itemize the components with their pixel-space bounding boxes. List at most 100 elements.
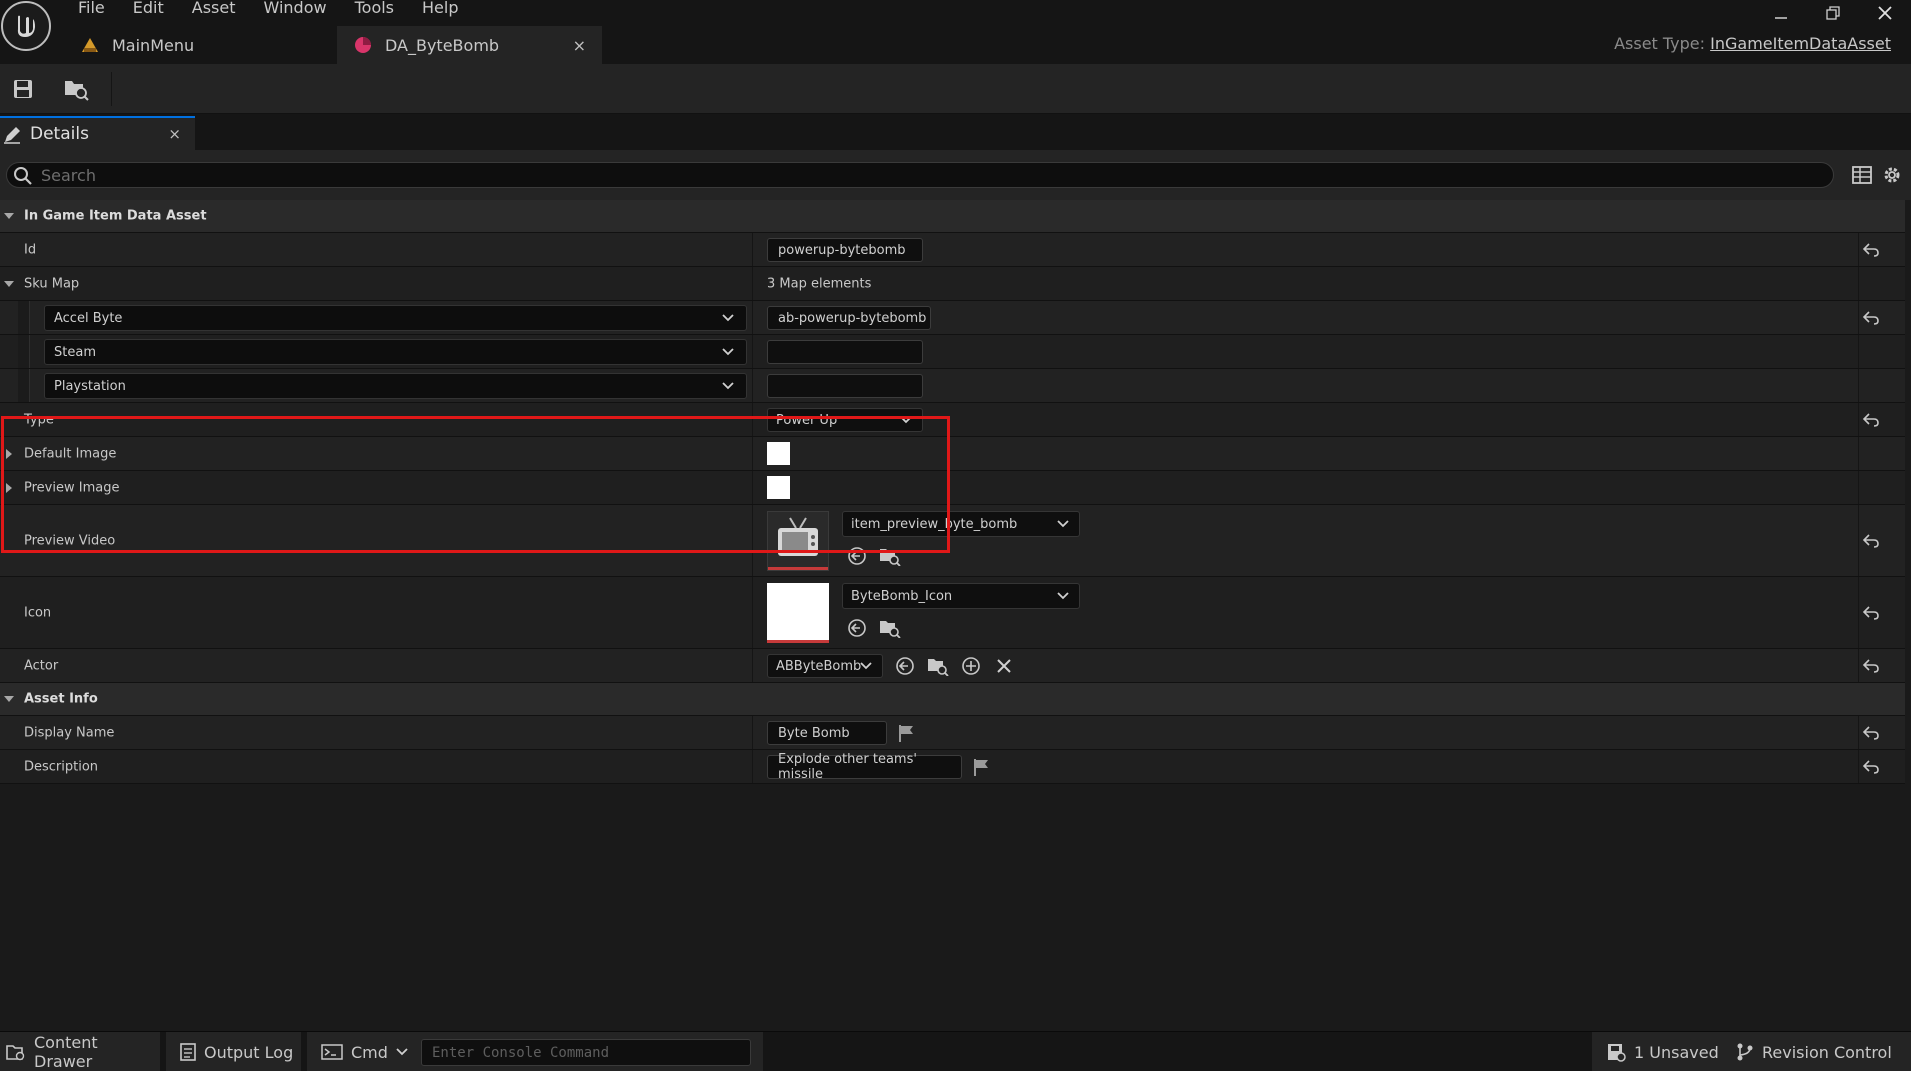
type-value: Power Up: [776, 412, 838, 428]
settings-gear-icon[interactable]: [1881, 164, 1903, 190]
pencil-icon: [2, 125, 22, 150]
browse-to-asset-icon[interactable]: [879, 545, 901, 567]
localization-flag-icon[interactable]: [970, 756, 992, 778]
unsaved-files-icon: [1606, 1042, 1626, 1062]
output-log-label: Output Log: [204, 1042, 294, 1062]
actor-class-value: ABByteBomb: [776, 658, 862, 674]
chevron-down-icon: [900, 416, 912, 424]
restore-icon[interactable]: [1807, 0, 1859, 26]
unreal-logo-icon[interactable]: [1, 1, 51, 51]
sku-value-field[interactable]: [767, 374, 923, 398]
search-placeholder: Search: [41, 165, 96, 185]
close-window-icon[interactable]: [1859, 0, 1911, 26]
actor-class-picker[interactable]: ABByteBomb: [767, 654, 883, 678]
property-label-id: Id: [24, 242, 37, 257]
property-label-actor: Actor: [24, 658, 59, 673]
reset-to-default-icon[interactable]: [1862, 657, 1880, 675]
close-tab-icon[interactable]: ×: [573, 36, 586, 55]
content-drawer-button[interactable]: Content Drawer: [0, 1032, 160, 1071]
localization-flag-icon[interactable]: [895, 722, 917, 744]
icon-asset-name: ByteBomb_Icon: [851, 588, 953, 604]
sku-value-field[interactable]: ab-powerup-bytebomb: [767, 306, 931, 330]
preview-video-thumbnail[interactable]: [767, 511, 829, 571]
expand-arrow-icon[interactable]: [4, 448, 14, 459]
column-divider: [752, 716, 753, 749]
menu-edit[interactable]: Edit: [119, 0, 178, 18]
tab-da-bytebomb[interactable]: DA_ByteBomb ×: [337, 26, 602, 64]
clear-icon[interactable]: [993, 655, 1015, 677]
collapse-arrow-icon[interactable]: [4, 279, 14, 289]
property-label-icon: Icon: [24, 605, 52, 620]
chevron-down-icon: [722, 348, 734, 356]
use-selected-asset-icon[interactable]: [846, 545, 868, 567]
sku-key-combo[interactable]: Accel Byte: [44, 305, 747, 331]
output-log-button[interactable]: Output Log: [166, 1032, 301, 1071]
property-row-icon: Icon ByteBomb_Icon: [0, 577, 1905, 649]
column-divider: [752, 369, 753, 402]
property-matrix-icon[interactable]: [1851, 164, 1873, 190]
reset-to-default-icon[interactable]: [1862, 411, 1880, 429]
reset-to-default-icon[interactable]: [1862, 241, 1880, 259]
revision-control-button[interactable]: Revision Control: [1726, 1032, 1911, 1071]
sku-value-field[interactable]: [767, 340, 923, 364]
column-divider: [752, 267, 753, 300]
menu-asset[interactable]: Asset: [178, 0, 250, 18]
tab-details[interactable]: Details ×: [0, 116, 195, 150]
property-row-sku-map: Sku Map 3 Map elements: [0, 267, 1905, 301]
sku-key-combo[interactable]: Playstation: [44, 373, 747, 399]
tab-label: DA_ByteBomb: [385, 35, 500, 55]
collapse-arrow-icon[interactable]: [4, 211, 14, 221]
property-row-preview-video: Preview Video item_preview_byte_bomb: [0, 505, 1905, 577]
details-tab-label: Details: [30, 124, 89, 144]
display-name-field[interactable]: Byte Bomb: [767, 721, 887, 745]
menu-window[interactable]: Window: [250, 0, 341, 18]
column-divider: [752, 649, 753, 682]
sku-map-summary: 3 Map elements: [767, 276, 872, 291]
collapse-arrow-icon[interactable]: [4, 694, 14, 704]
chevron-down-icon: [860, 662, 872, 670]
toolbar-separator: [111, 72, 112, 106]
menu-file[interactable]: File: [64, 0, 119, 18]
icon-asset-picker[interactable]: ByteBomb_Icon: [842, 583, 1080, 609]
column-divider: [1858, 301, 1859, 334]
minimize-icon[interactable]: [1755, 0, 1807, 26]
reset-to-default-icon[interactable]: [1862, 309, 1880, 327]
reset-to-default-icon[interactable]: [1862, 758, 1880, 776]
close-details-icon[interactable]: ×: [168, 125, 181, 143]
console-command-input[interactable]: Enter Console Command: [421, 1039, 751, 1066]
browse-to-asset-icon[interactable]: [63, 76, 89, 102]
category-in-game-item-data-asset[interactable]: In Game Item Data Asset: [0, 200, 1905, 233]
menu-tools[interactable]: Tools: [341, 0, 408, 18]
description-field[interactable]: Explode other teams' missile: [767, 752, 962, 782]
tab-mainmenu[interactable]: MainMenu: [64, 26, 337, 64]
unsaved-button[interactable]: 1 Unsaved: [1592, 1032, 1726, 1071]
expand-arrow-icon[interactable]: [4, 482, 14, 493]
column-divider: [1858, 403, 1859, 436]
icon-texture-thumbnail[interactable]: [767, 583, 829, 643]
use-selected-asset-icon[interactable]: [846, 617, 868, 639]
use-selected-asset-icon[interactable]: [894, 655, 916, 677]
reset-to-default-icon[interactable]: [1862, 724, 1880, 742]
default-image-swatch[interactable]: [767, 442, 790, 465]
save-icon[interactable]: [10, 76, 36, 102]
preview-video-asset-picker[interactable]: item_preview_byte_bomb: [842, 511, 1080, 537]
browse-to-asset-icon[interactable]: [927, 655, 949, 677]
column-divider: [752, 577, 753, 648]
cmd-selector[interactable]: Cmd: [351, 1043, 388, 1062]
sku-key-combo[interactable]: Steam: [44, 339, 747, 365]
type-combo[interactable]: Power Up: [767, 408, 923, 432]
reset-to-default-icon[interactable]: [1862, 532, 1880, 550]
reset-to-default-icon[interactable]: [1862, 604, 1880, 622]
browse-to-asset-icon[interactable]: [879, 617, 901, 639]
document-tab-strip: MainMenu DA_ByteBomb ×: [64, 26, 602, 64]
chevron-down-icon[interactable]: [396, 1048, 408, 1056]
menu-help[interactable]: Help: [408, 0, 472, 18]
sku-map-entry: Playstation: [0, 369, 1905, 403]
column-divider: [752, 505, 753, 576]
preview-image-swatch[interactable]: [767, 476, 790, 499]
search-input[interactable]: Search: [6, 162, 1834, 188]
category-asset-info[interactable]: Asset Info: [0, 683, 1905, 716]
asset-type-link[interactable]: InGameItemDataAsset: [1710, 34, 1891, 53]
add-new-icon[interactable]: [960, 655, 982, 677]
id-text-field[interactable]: powerup-bytebomb: [767, 238, 923, 262]
